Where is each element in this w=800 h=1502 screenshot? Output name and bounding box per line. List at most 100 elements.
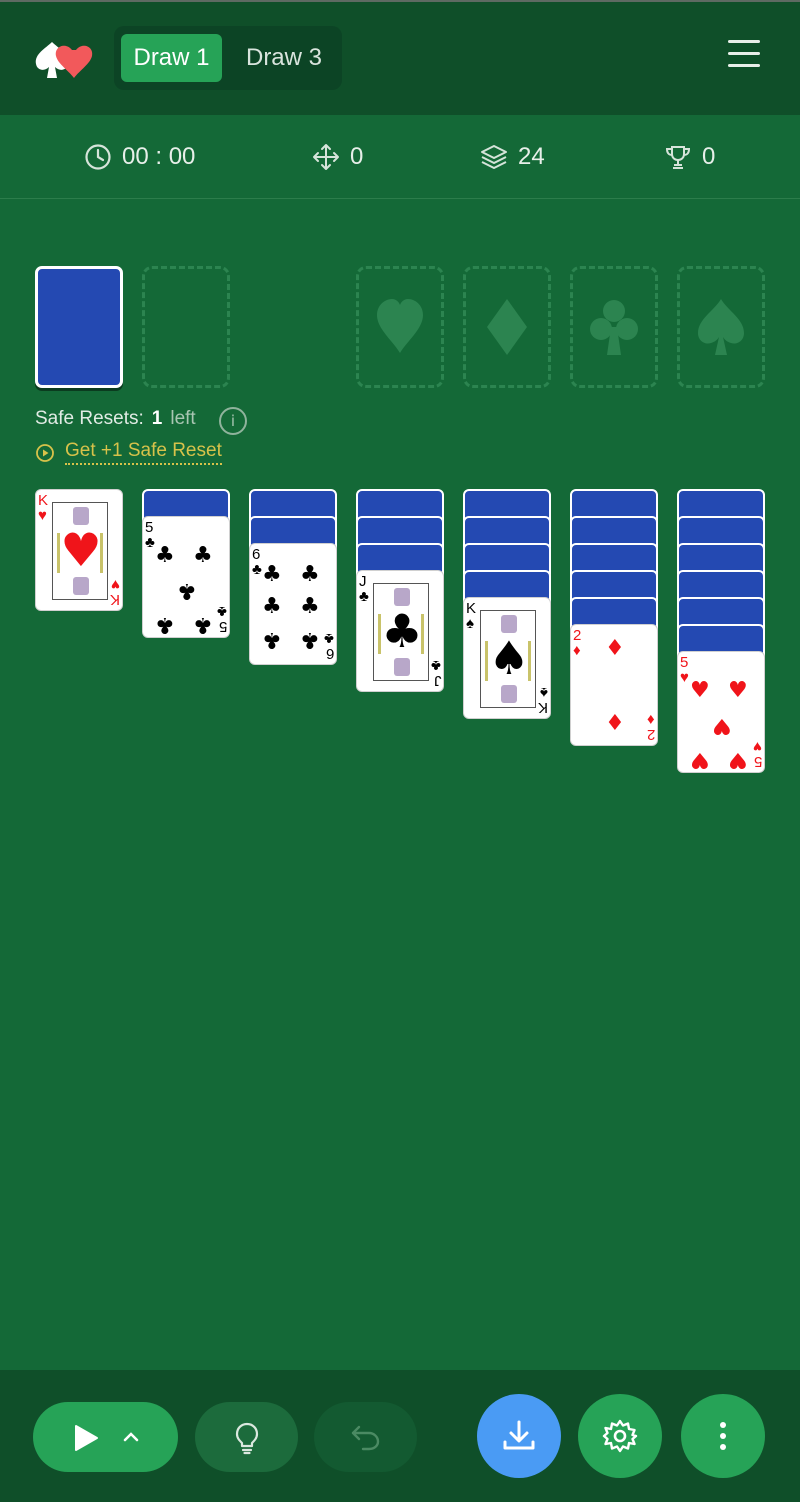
- heart-icon: [377, 299, 423, 353]
- card-pip-icon: ♣: [193, 543, 213, 568]
- layers-icon: [481, 145, 507, 169]
- trophy-icon: [665, 146, 691, 169]
- stats-bar: 00 : 00 0 24 0: [0, 115, 800, 199]
- foundation-spades[interactable]: [677, 266, 765, 388]
- card-suit-icon: ♥: [680, 669, 689, 686]
- card-suit-icon: ♣: [252, 561, 262, 578]
- timer-stat: 00 : 00: [84, 141, 195, 173]
- stock-stat: 24: [480, 141, 545, 173]
- card-pip-icon: ♥: [690, 747, 710, 772]
- card-suit-icon: ♠: [466, 615, 474, 632]
- face-up-card-2-diamonds[interactable]: 2 ♦ 2 ♦ ♦ ♦: [570, 624, 658, 746]
- download-button[interactable]: [477, 1394, 561, 1478]
- face-card-portrait: ♣: [373, 583, 429, 681]
- card-pip-icon: ♥: [712, 713, 732, 738]
- timer-value: 00 : 00: [122, 143, 196, 170]
- undo-button[interactable]: [314, 1402, 417, 1472]
- club-icon: [590, 300, 638, 355]
- card-pip-icon: ♣: [177, 578, 197, 603]
- card-suit-icon: ♦: [573, 642, 581, 659]
- card-rank: K: [38, 492, 49, 509]
- card-pip-icon: ♣: [300, 627, 320, 652]
- bottom-toolbar: [0, 1370, 800, 1502]
- face-up-card-J-clubs[interactable]: J ♣ J ♣ ♣: [356, 570, 444, 692]
- face-up-card-6-clubs[interactable]: 6 ♣ 6 ♣ ♣ ♣ ♣ ♣ ♣ ♣: [249, 543, 337, 665]
- card-rank: K: [537, 699, 548, 716]
- get-safe-reset-text: Get +1 Safe Reset: [65, 440, 222, 465]
- lightbulb-icon: [235, 1422, 259, 1455]
- card-pip-icon: ♥: [728, 747, 748, 772]
- settings-button[interactable]: [578, 1394, 662, 1478]
- card-rank: 5: [145, 519, 154, 536]
- undo-icon: [351, 1425, 380, 1451]
- card-pip-icon: ♣: [155, 612, 175, 637]
- card-rank: 2: [646, 726, 655, 743]
- card-suit-icon: ♣: [324, 630, 334, 647]
- card-rank: J: [433, 672, 442, 689]
- card-pip-icon: ♣: [193, 612, 213, 637]
- face-up-card-5-clubs[interactable]: 5 ♣ 5 ♣ ♣ ♣ ♣ ♣ ♣: [142, 516, 230, 638]
- safe-resets-status: Safe Resets: 1 left: [35, 408, 196, 430]
- info-icon[interactable]: i: [219, 407, 247, 435]
- card-suit-icon: ♦: [647, 711, 655, 728]
- card-pip-icon: ♥: [690, 678, 710, 703]
- solitaire-logo-icon[interactable]: [32, 36, 96, 84]
- chevron-up-icon: [123, 1432, 139, 1442]
- card-rank: 5: [218, 618, 227, 635]
- face-up-card-5-hearts[interactable]: 5 ♥ 5 ♥ ♥ ♥ ♥ ♥ ♥: [677, 651, 765, 773]
- foundation-clubs[interactable]: [570, 266, 658, 388]
- card-rank: 5: [753, 753, 762, 770]
- safe-resets-suffix: left: [170, 408, 196, 429]
- diamond-icon: [487, 299, 527, 355]
- face-card-portrait: ♠: [480, 610, 536, 708]
- score-value: 0: [702, 143, 716, 170]
- foundation-diamonds[interactable]: [463, 266, 551, 388]
- autoplay-button[interactable]: [33, 1402, 178, 1472]
- face-card-portrait: ♥: [52, 502, 108, 600]
- card-suit-icon: ♣: [359, 588, 369, 605]
- draw-3-button[interactable]: Draw 3: [232, 34, 336, 82]
- clock-icon: [85, 144, 111, 170]
- stock-pile[interactable]: [35, 266, 123, 388]
- card-rank: 6: [325, 645, 334, 662]
- get-safe-reset-link[interactable]: Get +1 Safe Reset: [35, 440, 222, 465]
- safe-resets-count: 1: [151, 408, 163, 429]
- card-rank: 6: [252, 546, 261, 563]
- draw-1-button[interactable]: Draw 1: [121, 34, 222, 82]
- card-rank: 5: [680, 654, 689, 671]
- card-pip-icon: ♣: [262, 594, 282, 619]
- card-pip-icon: ♣: [155, 543, 175, 568]
- spade-icon: [698, 299, 744, 355]
- card-pip-icon: ♣: [262, 627, 282, 652]
- card-rank: J: [359, 573, 367, 590]
- card-pip-icon: ♦: [605, 636, 625, 661]
- card-suit-icon: ♣: [431, 657, 441, 674]
- hamburger-menu-icon[interactable]: [726, 40, 766, 76]
- play-icon: [75, 1425, 98, 1451]
- top-bar: Draw 1 Draw 3: [0, 0, 800, 115]
- face-up-card-K-spades[interactable]: K ♠ K ♠ ♠: [463, 597, 551, 719]
- card-suit-icon: ♥: [111, 576, 120, 593]
- more-options-button[interactable]: [681, 1394, 765, 1478]
- face-up-card-K-hearts[interactable]: K ♥ K ♥ ♥: [35, 489, 123, 611]
- waste-pile-slot[interactable]: [142, 266, 230, 388]
- card-suit-icon: ♣: [217, 603, 227, 620]
- card-pip-icon: ♣: [262, 562, 282, 587]
- card-pip-icon: ♣: [300, 594, 320, 619]
- stock-count-value: 24: [518, 143, 545, 170]
- card-pip-icon: ♥: [728, 678, 748, 703]
- score-stat: 0: [664, 141, 715, 173]
- card-rank: 2: [573, 627, 582, 644]
- gear-icon: [602, 1419, 638, 1453]
- download-icon: [503, 1420, 535, 1450]
- card-suit-icon: ♣: [145, 534, 155, 551]
- card-suit-icon: ♥: [38, 507, 47, 524]
- play-circle-icon: [36, 443, 54, 462]
- moves-value: 0: [350, 143, 364, 170]
- foundation-hearts[interactable]: [356, 266, 444, 388]
- card-pip-icon: ♣: [300, 562, 320, 587]
- card-rank: K: [466, 600, 477, 617]
- hint-button[interactable]: [195, 1402, 298, 1472]
- card-suit-icon: ♠: [540, 684, 548, 701]
- card-rank: K: [109, 591, 120, 608]
